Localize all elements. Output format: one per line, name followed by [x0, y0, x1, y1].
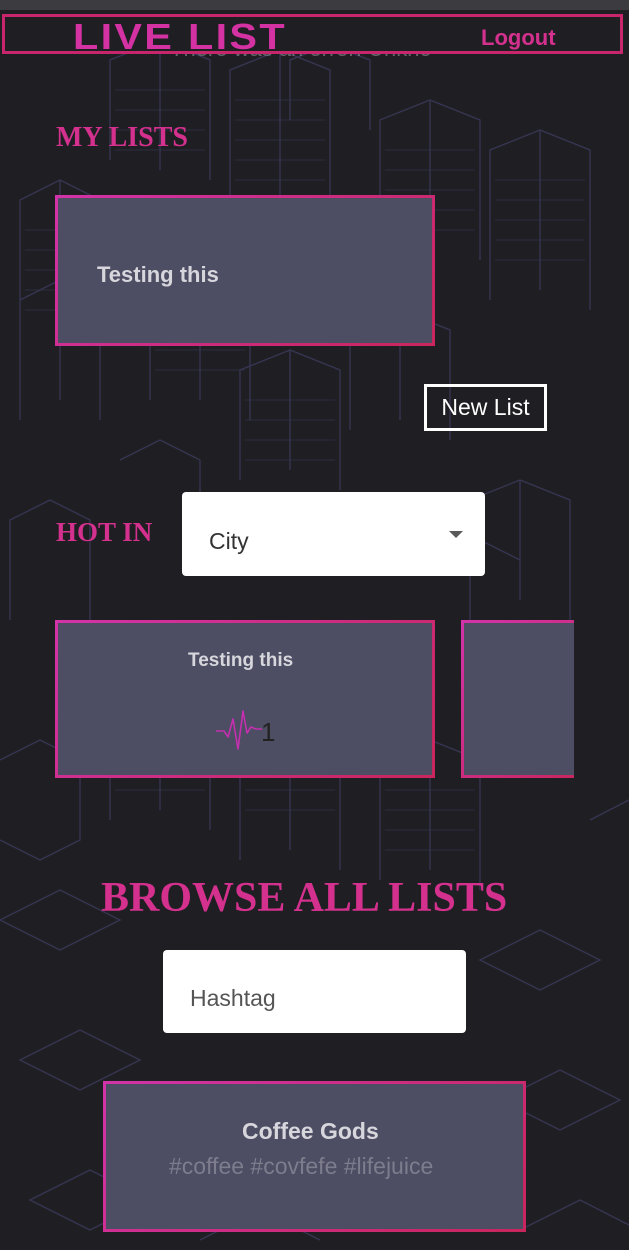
- heartbeat-pulse-icon: [216, 710, 262, 750]
- brand-logo-text[interactable]: LIVE LIST: [73, 18, 287, 56]
- top-status-strip: [0, 0, 629, 10]
- browse-list-card[interactable]: Coffee Gods #coffee #covfefe #lifejuice: [103, 1081, 526, 1232]
- caret-down-icon: [449, 531, 463, 538]
- logout-button[interactable]: Logout: [481, 25, 556, 51]
- new-list-button[interactable]: New List: [424, 384, 547, 431]
- carousel-clip-mask: [574, 615, 629, 785]
- hot-list-card-title: Testing this: [188, 650, 294, 671]
- hashtag-search-input[interactable]: Hashtag: [163, 950, 466, 1033]
- browse-list-card-tags: #coffee #covfefe #lifejuice: [169, 1153, 434, 1179]
- my-list-card-title: Testing this: [97, 262, 219, 287]
- hashtag-search-placeholder: Hashtag: [190, 985, 276, 1011]
- hot-list-card[interactable]: Testing this 1: [55, 620, 435, 778]
- hot-in-heading: HOT IN: [56, 517, 153, 547]
- browse-all-lists-heading: BROWSE ALL LISTS: [101, 875, 508, 921]
- browse-list-card-title: Coffee Gods: [242, 1118, 379, 1144]
- location-select[interactable]: City: [182, 492, 485, 576]
- app-page: There was an error: Unkno LIVE LIST Logo…: [0, 0, 629, 1250]
- my-list-card[interactable]: Testing this: [55, 195, 435, 346]
- app-header: LIVE LIST Logout: [2, 14, 623, 56]
- location-select-value: City: [209, 528, 249, 554]
- hot-list-pulse-count: 1: [261, 717, 276, 747]
- my-lists-heading: MY LISTS: [56, 122, 189, 153]
- hot-list-card-partial[interactable]: [461, 620, 591, 778]
